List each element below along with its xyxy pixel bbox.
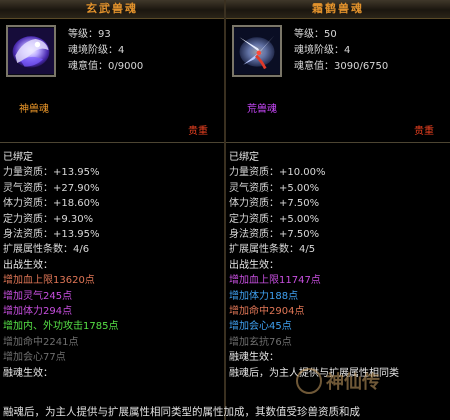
attribute-line: 定力资质：+5.00% (229, 213, 320, 225)
level-text: 等级：93 (68, 29, 111, 40)
effect-line: 增加内、外功攻击1785点 (3, 321, 119, 333)
effect-line: 增加会心77点 (3, 352, 66, 364)
attribute-line: 身法资质：+13.95% (3, 229, 100, 241)
bind-status: 已绑定 (3, 152, 33, 163)
attribute-line: 定力资质：+9.30% (3, 213, 94, 225)
fusion-header: 融魂生效： (3, 367, 53, 379)
site-watermark: 神仙传 (296, 368, 380, 394)
effect-line: 增加血上限13620点 (3, 275, 95, 287)
effect-line: 增加命中2241点 (3, 336, 79, 348)
panel-header: 等级：93 魂境阶级：4 魂意值：0/9000 (0, 19, 224, 95)
precious-tag: 贵重 (188, 126, 208, 137)
attribute-line: 灵气资质：+27.90% (3, 182, 100, 194)
effect-line: 增加体力188点 (229, 290, 299, 302)
attribute-line: 扩展属性条数：4/5 (229, 244, 316, 256)
effect-line: 增加会心45点 (229, 321, 292, 333)
soul-stats: 等级：93 魂境阶级：4 魂意值：0/9000 (68, 27, 143, 75)
fusion-header: 融魂生效： (229, 352, 279, 364)
soul-value-text: 魂意值：3090/6750 (294, 61, 389, 72)
effect-line: 增加体力294点 (3, 306, 73, 318)
attribute-line: 体力资质：+7.50% (229, 198, 320, 210)
attribute-line: 身法资质：+7.50% (229, 229, 320, 241)
soul-details: 已绑定 力量资质：+13.95% 灵气资质：+27.90% 体力资质：+18.6… (3, 150, 224, 381)
crane-beast-soul-icon[interactable] (232, 25, 282, 77)
xuanwu-beast-soul-icon[interactable] (6, 25, 56, 77)
effect-line: 增加玄抗76点 (229, 336, 292, 348)
fusion-bottom-description: 融魂后，为主人提供与扩展属性相同类型的属性加成，其数值受珍兽资质和成 (3, 406, 360, 418)
soul-realm-text: 魂境阶级：4 (294, 45, 351, 56)
soul-details: 已绑定 力量资质：+10.00% 灵气资质：+5.00% 体力资质：+7.50%… (229, 150, 450, 381)
panel-header: 等级：50 魂境阶级：4 魂意值：3090/6750 (226, 19, 450, 95)
attribute-line: 灵气资质：+5.00% (229, 182, 320, 194)
beast-soul-panel-left: 玄武兽魂 等级：93 魂境阶级：4 魂意值：0/9000 神兽魂 贵重 已绑定 … (0, 0, 224, 420)
attribute-line: 体力资质：+18.60% (3, 198, 100, 210)
divider (226, 142, 450, 143)
panel-title: 玄武兽魂 (0, 0, 224, 19)
bind-status: 已绑定 (229, 152, 259, 163)
watermark-text: 神仙传 (326, 372, 380, 393)
beast-soul-panel-right: 霜鹤兽魂 等级：50 魂境阶级：4 魂意值：3090/6750 荒兽魂 贵重 已… (226, 0, 450, 420)
effects-header: 出战生效： (3, 259, 53, 271)
rarity-label: 神兽魂 (19, 104, 49, 115)
soul-stats: 等级：50 魂境阶级：4 魂意值：3090/6750 (294, 27, 388, 75)
attribute-line: 力量资质：+10.00% (229, 167, 326, 179)
effect-line: 增加灵气245点 (3, 290, 73, 302)
panel-title: 霜鹤兽魂 (226, 0, 450, 19)
soul-realm-text: 魂境阶级：4 (68, 45, 125, 56)
soul-value-text: 魂意值：0/9000 (68, 61, 144, 72)
precious-tag: 贵重 (414, 126, 434, 137)
level-text: 等级：50 (294, 29, 337, 40)
effect-line: 增加命中2904点 (229, 306, 305, 318)
rarity-label: 荒兽魂 (247, 104, 277, 115)
attribute-line: 力量资质：+13.95% (3, 167, 100, 179)
watermark-seal-icon (296, 368, 322, 394)
effects-header: 出战生效： (229, 259, 279, 271)
divider (0, 142, 224, 143)
effect-line: 增加血上限11747点 (229, 275, 321, 287)
attribute-line: 扩展属性条数：4/6 (3, 244, 90, 256)
